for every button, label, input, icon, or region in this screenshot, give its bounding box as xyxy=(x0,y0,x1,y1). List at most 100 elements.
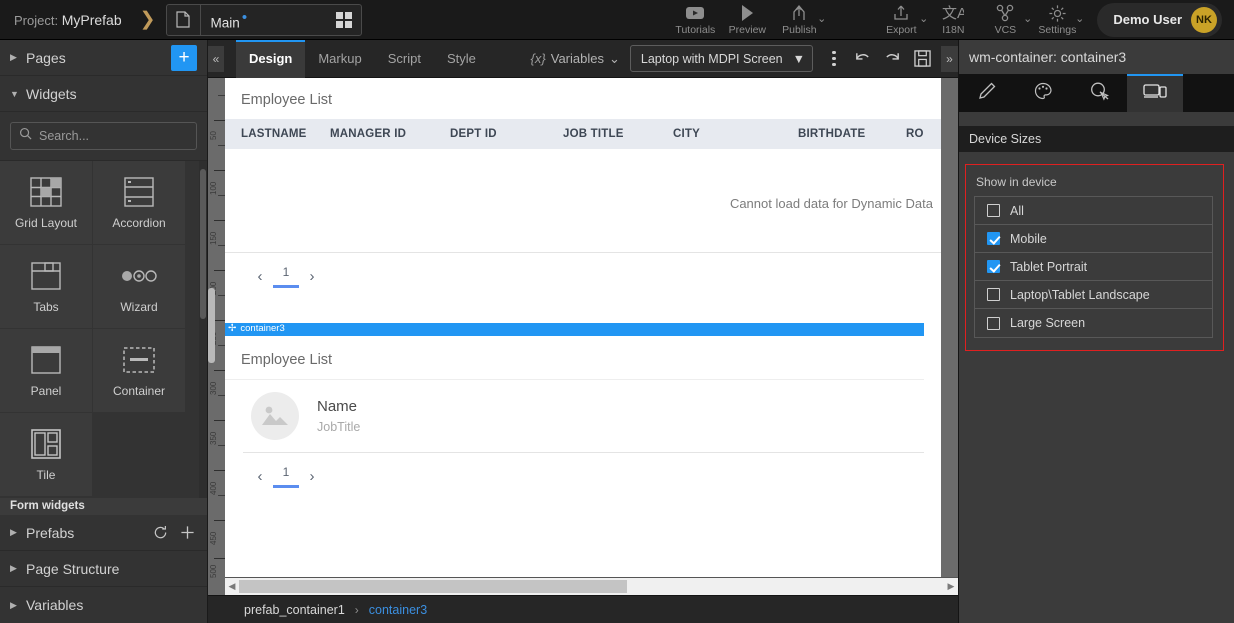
h-scroll-track[interactable] xyxy=(239,580,944,593)
employee-table-card[interactable]: Employee List LASTNAME MANAGER ID DEPT I… xyxy=(225,78,941,288)
widget-container[interactable]: Container xyxy=(93,329,186,413)
device-row-large-screen[interactable]: Large Screen xyxy=(975,309,1212,337)
table-column-header[interactable]: JOB TITLE xyxy=(563,128,673,140)
search-box[interactable] xyxy=(10,122,197,150)
svg-text:文A: 文A xyxy=(942,5,964,22)
sidebar-section-pages[interactable]: ▶ Pages + xyxy=(0,40,207,76)
tab-devices[interactable] xyxy=(1127,74,1183,112)
pagination-page-1[interactable]: 1 xyxy=(273,465,299,488)
refresh-icon[interactable] xyxy=(153,525,168,540)
table-column-header[interactable]: MANAGER ID xyxy=(330,128,450,140)
widget-panel[interactable]: Panel xyxy=(0,329,93,413)
accordion-icon xyxy=(124,175,154,209)
undo-icon[interactable] xyxy=(847,40,877,78)
tutorials-button[interactable]: Tutorials xyxy=(669,0,721,40)
table-column-header[interactable]: DEPT ID xyxy=(450,128,563,140)
device-row-all[interactable]: All xyxy=(975,197,1212,225)
export-button[interactable]: Export ⌄ xyxy=(875,0,927,40)
tab-design[interactable]: Design xyxy=(236,40,305,78)
move-handle-icon[interactable]: ✢ xyxy=(228,324,236,334)
device-row-tablet-portrait[interactable]: Tablet Portrait xyxy=(975,253,1212,281)
settings-button[interactable]: Settings ⌄ xyxy=(1031,0,1083,40)
chevron-down-icon[interactable]: ⌄ xyxy=(1075,12,1084,25)
table-column-header[interactable]: BIRTHDATE xyxy=(798,128,906,140)
checkbox-mobile[interactable] xyxy=(987,232,1000,245)
tab-properties[interactable] xyxy=(959,74,1015,112)
tab-style[interactable] xyxy=(1015,74,1071,112)
grid-layout-icon xyxy=(30,175,62,209)
redo-icon[interactable] xyxy=(877,40,907,78)
chevron-down-icon: ▼ xyxy=(793,52,805,66)
collapse-left-panel-button[interactable]: « xyxy=(208,46,224,72)
widget-grid-layout[interactable]: Grid Layout xyxy=(0,161,93,245)
sidebar-section-variables[interactable]: ▶ Variables xyxy=(0,587,207,623)
widget-grid: Grid Layout Accordion Tabs xyxy=(0,161,186,497)
page-tab-main[interactable]: Main• xyxy=(166,4,362,36)
variables-button[interactable]: {x} Variables ⌄ xyxy=(531,51,620,67)
i18n-label: I18N xyxy=(942,24,964,36)
sidebar-page-structure-label: Page Structure xyxy=(26,561,207,577)
pagination-next-button[interactable]: › xyxy=(303,268,321,285)
user-menu[interactable]: Demo User NK xyxy=(1097,3,1222,37)
more-options-icon[interactable] xyxy=(821,51,847,67)
sidebar-section-page-structure[interactable]: ▶ Page Structure xyxy=(0,551,207,587)
scroll-thumb[interactable] xyxy=(239,580,627,593)
save-icon[interactable] xyxy=(907,40,937,78)
widget-tabs[interactable]: Tabs xyxy=(0,245,93,329)
ruler-scroll-thumb[interactable] xyxy=(208,288,215,363)
table-column-header[interactable]: LASTNAME xyxy=(225,128,330,140)
tab-script[interactable]: Script xyxy=(375,40,434,78)
tab-markup[interactable]: Markup xyxy=(305,40,374,78)
selected-widget-bar-container3[interactable]: ✢ container3 xyxy=(225,323,924,336)
search-input[interactable] xyxy=(39,129,200,143)
checkbox-all[interactable] xyxy=(987,204,1000,217)
export-icon xyxy=(891,3,911,23)
checkbox-large-screen[interactable] xyxy=(987,317,1000,330)
widget-accordion[interactable]: Accordion xyxy=(93,161,186,245)
app-root: Project: MyPrefab ❯ Main• Tutorials xyxy=(0,0,1234,623)
widget-wizard[interactable]: Wizard xyxy=(93,245,186,329)
publish-button[interactable]: Publish ⌄ xyxy=(773,0,825,40)
tab-events[interactable] xyxy=(1071,74,1127,112)
sidebar-widgets-label: Widgets xyxy=(26,86,207,102)
checkbox-laptop-tablet-landscape[interactable] xyxy=(987,288,1000,301)
add-page-button[interactable]: + xyxy=(171,45,197,71)
device-size-select[interactable]: Laptop with MDPI Screen ▼ xyxy=(630,45,813,72)
widget-tile[interactable]: Tile xyxy=(0,413,93,497)
i18n-button[interactable]: 文A I18N xyxy=(927,0,979,40)
main-body: ▶ Pages + ▼ Widgets xyxy=(0,40,1234,623)
breadcrumb-current[interactable]: container3 xyxy=(369,603,427,617)
device-row-laptop-tablet-landscape[interactable]: Laptop\Tablet Landscape xyxy=(975,281,1212,309)
pagination-next-button[interactable]: › xyxy=(303,468,321,485)
tab-style[interactable]: Style xyxy=(434,40,489,78)
grid-view-icon[interactable] xyxy=(327,12,361,28)
table-column-header[interactable]: RO xyxy=(906,128,924,140)
list-item[interactable]: Name JobTitle xyxy=(225,380,924,452)
pagination-prev-button[interactable]: ‹ xyxy=(251,268,269,285)
pagination-page-1[interactable]: 1 xyxy=(273,265,299,288)
device-row-mobile[interactable]: Mobile xyxy=(975,225,1212,253)
sidebar-section-prefabs[interactable]: ▶ Prefabs xyxy=(0,515,207,551)
scroll-right-arrow[interactable]: ▶ xyxy=(944,581,958,592)
checkbox-tablet-portrait[interactable] xyxy=(987,260,1000,273)
tab-label: Script xyxy=(388,51,421,66)
preview-button[interactable]: Preview xyxy=(721,0,773,40)
ruler-tick: 300 xyxy=(209,382,218,395)
scroll-left-arrow[interactable]: ◀ xyxy=(225,581,239,592)
chevron-down-icon[interactable]: ⌄ xyxy=(817,12,826,25)
scroll-thumb[interactable] xyxy=(200,169,206,319)
add-prefab-button[interactable] xyxy=(180,525,195,540)
sidebar-section-widgets[interactable]: ▼ Widgets xyxy=(0,76,207,112)
employee-list-card[interactable]: Employee List Name JobTitle xyxy=(225,338,924,488)
widget-panel-scrollbar[interactable] xyxy=(199,161,207,515)
pagination-prev-button[interactable]: ‹ xyxy=(251,468,269,485)
vcs-button[interactable]: VCS ⌄ xyxy=(979,0,1031,40)
table-column-header[interactable]: CITY xyxy=(673,128,798,140)
design-canvas[interactable]: Employee List LASTNAME MANAGER ID DEPT I… xyxy=(225,78,941,595)
tabs-icon xyxy=(31,259,61,293)
pencil-icon xyxy=(977,81,997,106)
device-size-value: Laptop with MDPI Screen xyxy=(641,52,783,66)
breadcrumb-parent[interactable]: prefab_container1 xyxy=(244,603,345,617)
canvas-horizontal-scrollbar[interactable]: ◀ ▶ xyxy=(225,577,958,595)
collapse-right-panel-button[interactable]: » xyxy=(941,46,958,72)
